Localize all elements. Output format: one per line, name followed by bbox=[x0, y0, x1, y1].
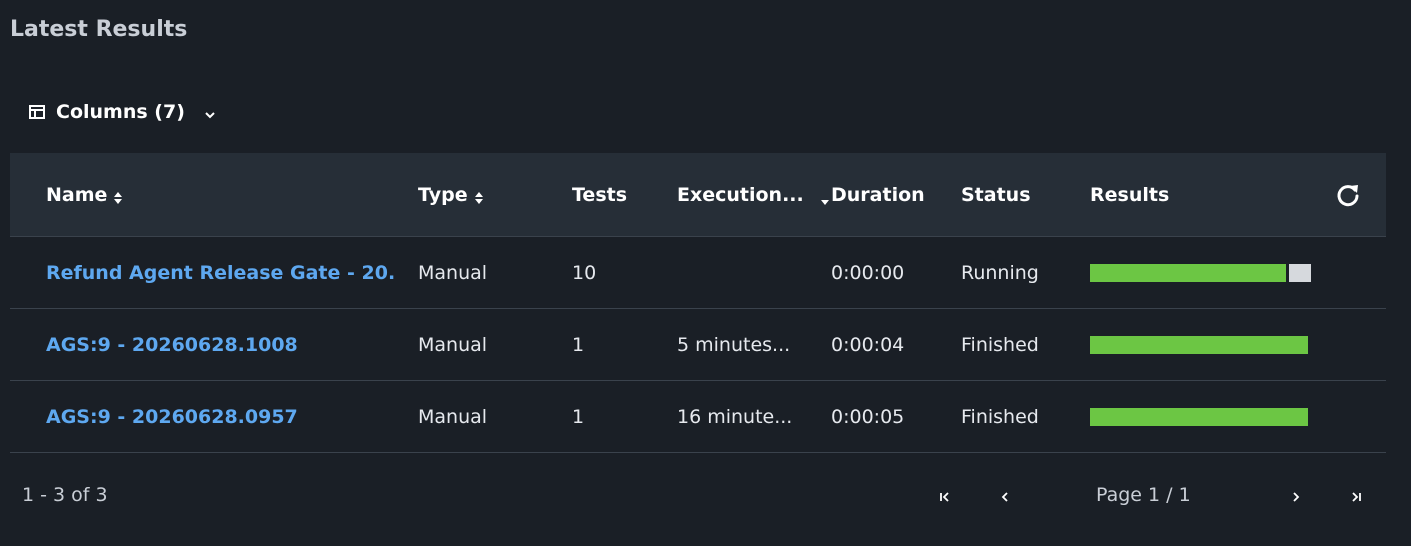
column-header-tests[interactable]: Tests bbox=[572, 153, 627, 237]
sort-icon[interactable] bbox=[474, 188, 484, 204]
run-execution: 16 minute... bbox=[677, 406, 793, 428]
last-page-icon bbox=[1349, 489, 1363, 508]
run-status: Finished bbox=[961, 334, 1039, 356]
prev-page-button[interactable] bbox=[995, 488, 1015, 508]
first-page-button[interactable] bbox=[935, 488, 955, 508]
pagination-footer: 1 - 3 of 3 Page 1 / 1 bbox=[10, 454, 1386, 544]
refresh-button[interactable] bbox=[1335, 153, 1361, 237]
run-duration: 0:00:05 bbox=[831, 406, 905, 428]
table-row[interactable]: Refund Agent Release Gate - 20... Manual… bbox=[10, 237, 1386, 309]
passed-segment bbox=[1090, 408, 1308, 426]
run-type: Manual bbox=[418, 334, 488, 356]
run-status: Running bbox=[961, 262, 1039, 284]
results-table: Name Type Tests Execution... Duration St… bbox=[10, 153, 1386, 453]
run-status: Finished bbox=[961, 406, 1039, 428]
chevron-down-icon bbox=[203, 105, 217, 119]
next-page-button[interactable] bbox=[1286, 488, 1306, 508]
run-duration: 0:00:00 bbox=[831, 262, 905, 284]
table-icon bbox=[28, 103, 46, 121]
run-name-link[interactable]: AGS:9 - 20260628.1008 bbox=[46, 309, 396, 381]
run-name-link[interactable]: Refund Agent Release Gate - 20... bbox=[46, 237, 396, 309]
next-page-icon bbox=[1289, 489, 1303, 508]
column-header-duration[interactable]: Duration bbox=[831, 153, 925, 237]
column-header-status[interactable]: Status bbox=[961, 153, 1031, 237]
columns-button[interactable]: Columns (7) bbox=[28, 97, 217, 127]
run-execution bbox=[677, 237, 827, 309]
last-page-button[interactable] bbox=[1346, 488, 1366, 508]
column-header-name[interactable]: Name bbox=[46, 153, 123, 237]
prev-page-icon bbox=[998, 489, 1012, 508]
table-row[interactable]: AGS:9 - 20260628.1008 Manual 1 5 minutes… bbox=[10, 309, 1386, 381]
page-indicator: Page 1 / 1 bbox=[1096, 484, 1191, 506]
run-duration: 0:00:04 bbox=[831, 334, 905, 356]
results-bar bbox=[1090, 309, 1320, 381]
table-header: Name Type Tests Execution... Duration St… bbox=[10, 153, 1386, 237]
pending-segment bbox=[1289, 264, 1311, 282]
sort-icon[interactable] bbox=[113, 188, 123, 204]
run-name-link[interactable]: AGS:9 - 20260628.0957 bbox=[46, 381, 396, 453]
refresh-icon bbox=[1335, 182, 1361, 208]
run-type: Manual bbox=[418, 262, 488, 284]
columns-button-label: Columns (7) bbox=[56, 101, 185, 123]
table-body: Refund Agent Release Gate - 20... Manual… bbox=[10, 237, 1386, 453]
results-bar bbox=[1090, 381, 1320, 453]
results-count: 1 - 3 of 3 bbox=[22, 484, 108, 506]
table-row[interactable]: AGS:9 - 20260628.0957 Manual 1 16 minute… bbox=[10, 381, 1386, 453]
column-header-type[interactable]: Type bbox=[418, 153, 484, 237]
page-title: Latest Results bbox=[10, 17, 188, 42]
first-page-icon bbox=[938, 489, 952, 508]
passed-segment bbox=[1090, 336, 1308, 354]
run-tests: 1 bbox=[572, 406, 585, 428]
run-type: Manual bbox=[418, 406, 488, 428]
run-tests: 10 bbox=[572, 262, 597, 284]
run-tests: 1 bbox=[572, 334, 585, 356]
caret-down-icon[interactable] bbox=[820, 190, 830, 205]
results-bar bbox=[1090, 237, 1320, 309]
column-header-execution[interactable]: Execution... bbox=[677, 153, 830, 237]
column-header-results[interactable]: Results bbox=[1090, 153, 1169, 237]
run-execution: 5 minutes... bbox=[677, 334, 791, 356]
passed-segment bbox=[1090, 264, 1286, 282]
